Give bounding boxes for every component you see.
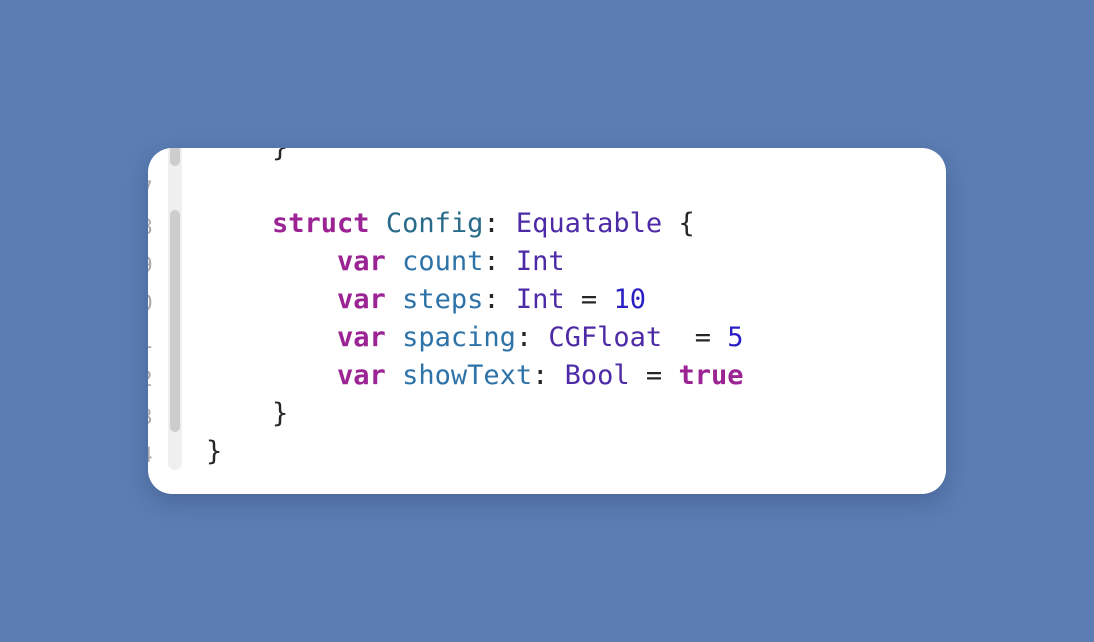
- code-line: struct Config: Equatable {: [272, 205, 695, 243]
- code-token: =: [564, 284, 614, 315]
- code-token: =: [629, 360, 679, 391]
- code-token: :: [483, 284, 516, 315]
- code-token: var: [337, 322, 386, 353]
- code-line: var count: Int: [272, 243, 565, 281]
- code-token: :: [532, 360, 565, 391]
- code-token: :: [483, 208, 516, 239]
- code-token: true: [678, 360, 744, 391]
- code-token: Equatable: [515, 208, 663, 239]
- code-token: spacing: [402, 322, 516, 353]
- code-area[interactable]: } struct Config: Equatable { var count: I…: [148, 148, 946, 494]
- code-token: :: [483, 246, 516, 277]
- code-token: steps: [402, 284, 484, 315]
- code-token: showText: [402, 360, 533, 391]
- code-token: 10: [613, 284, 646, 315]
- code-line: var spacing: CGFloat = 5: [272, 319, 743, 357]
- code-token: =: [662, 322, 728, 353]
- code-token: 5: [727, 322, 744, 353]
- code-token: count: [402, 246, 484, 277]
- code-token: }: [206, 436, 223, 467]
- code-token: Config: [385, 208, 484, 239]
- code-line: }: [272, 395, 288, 433]
- code-token: :: [515, 322, 549, 353]
- code-token: var: [337, 246, 386, 277]
- code-token: struct: [272, 208, 370, 239]
- code-line: }: [206, 433, 222, 471]
- code-token: }: [272, 398, 289, 429]
- code-snippet-card: 6789012345 }struct Config: Equatable { v…: [148, 148, 946, 494]
- code-token: Bool: [564, 360, 630, 391]
- code-token: CGFloat: [548, 322, 663, 353]
- code-token: {: [662, 208, 695, 239]
- code-token: var: [337, 360, 386, 391]
- code-token: var: [337, 284, 386, 315]
- code-line: var showText: Bool = true: [272, 357, 743, 395]
- code-token: Int: [515, 246, 565, 277]
- code-line: var steps: Int = 10: [272, 281, 646, 319]
- code-token: }: [272, 148, 288, 163]
- code-token: Int: [515, 284, 565, 315]
- code-line: }: [272, 148, 288, 167]
